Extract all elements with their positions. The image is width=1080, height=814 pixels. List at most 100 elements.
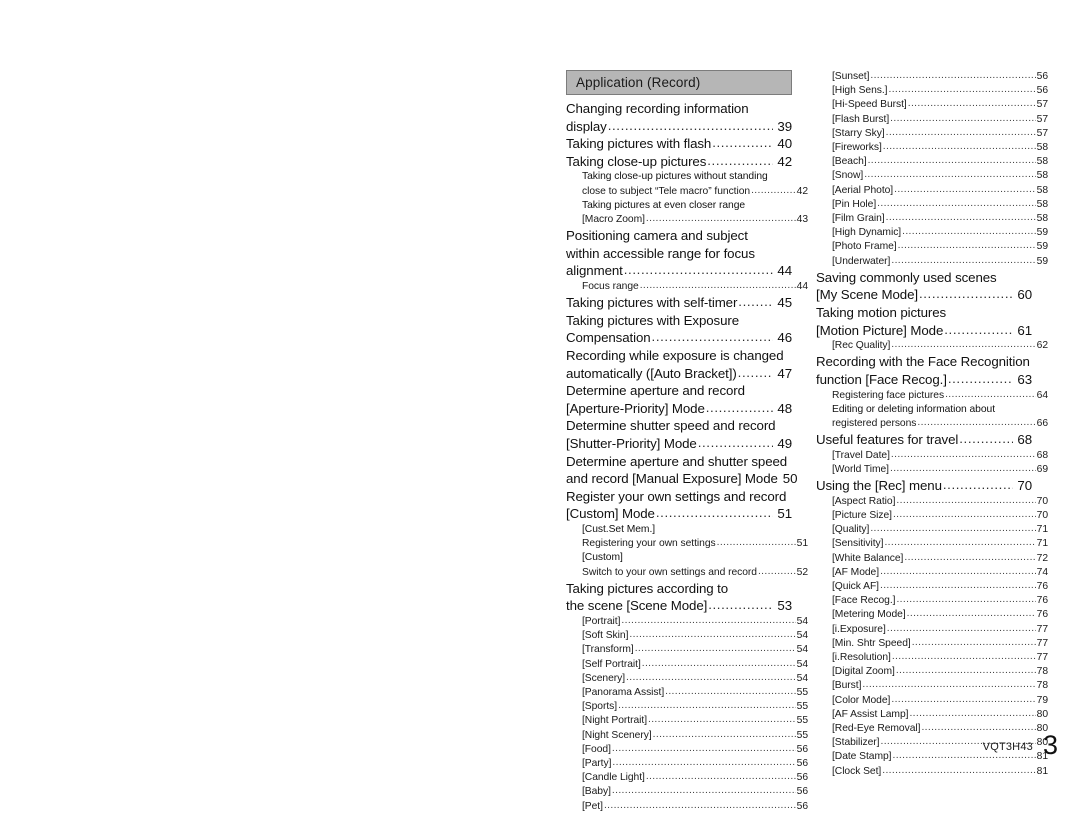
- toc-entry[interactable]: [Night Scenery].........................…: [566, 729, 808, 743]
- toc-entry[interactable]: [Min. Shtr Speed] ......................…: [816, 637, 1048, 651]
- toc-entry[interactable]: [Picture Size]..........................…: [816, 509, 1048, 523]
- toc-entry[interactable]: [Clock Set].............................…: [816, 765, 1048, 779]
- toc-entry-page-number: 63: [1017, 372, 1032, 388]
- toc-entry-page-number: 54: [796, 615, 808, 627]
- toc-entry[interactable]: [Film Grain]............................…: [816, 212, 1048, 226]
- toc-entry-page-number: 70: [1036, 510, 1048, 522]
- toc-entry[interactable]: [High Dynamic]..........................…: [816, 226, 1048, 240]
- toc-entry-label: registered persons: [832, 418, 917, 430]
- toc-entry[interactable]: alignment...............................…: [566, 262, 792, 280]
- toc-entry[interactable]: [Food]..................................…: [566, 743, 808, 757]
- toc-entry[interactable]: [Custom] Mode ..........................…: [566, 505, 792, 523]
- toc-entry[interactable]: [Sensitivity]...........................…: [816, 537, 1048, 551]
- toc-entry[interactable]: [Starry Sky]............................…: [816, 127, 1048, 141]
- toc-entry[interactable]: [Sunset]................................…: [816, 70, 1048, 84]
- toc-entry[interactable]: display.................................…: [566, 118, 792, 136]
- toc-entry[interactable]: [Aerial Photo]..........................…: [816, 184, 1048, 198]
- toc-entry[interactable]: automatically ([Auto Bracket]) .........…: [566, 365, 792, 383]
- toc-dot-leader: ........................................…: [757, 565, 796, 577]
- toc-entry[interactable]: Taking pictures with self-timer.........…: [566, 294, 792, 312]
- toc-entry-label: [Clock Set]: [832, 765, 882, 777]
- toc-entry[interactable]: [Hi-Speed Burst]........................…: [816, 98, 1048, 112]
- toc-entry[interactable]: [Baby]..................................…: [566, 785, 808, 799]
- toc-dot-leader: ........................................…: [947, 371, 1014, 387]
- toc-entry[interactable]: [Quick AF]..............................…: [816, 580, 1048, 594]
- toc-entry[interactable]: [Aspect Ratio]..........................…: [816, 495, 1048, 509]
- toc-entry[interactable]: [High Sens.]............................…: [816, 84, 1048, 98]
- toc-entry[interactable]: [Quality] ..............................…: [816, 523, 1048, 537]
- toc-entry[interactable]: [World Time] ...........................…: [816, 463, 1048, 477]
- toc-entry[interactable]: [Shutter-Priority] Mode ................…: [566, 435, 792, 453]
- toc-entry-label: [i.Exposure]: [832, 623, 886, 635]
- toc-entry[interactable]: [Face Recog.]...........................…: [816, 594, 1048, 608]
- toc-entry[interactable]: Useful features for travel .............…: [816, 431, 1032, 449]
- toc-entry-label: [Quality]: [832, 524, 870, 536]
- toc-dot-leader: ........................................…: [911, 636, 1036, 648]
- toc-entry[interactable]: [Beach].................................…: [816, 155, 1048, 169]
- toc-entry[interactable]: [Snow] .................................…: [816, 169, 1048, 183]
- toc-entry[interactable]: [Self Portrait] ........................…: [566, 658, 808, 672]
- toc-entry[interactable]: [Scenery]...............................…: [566, 672, 808, 686]
- toc-entry[interactable]: Switch to your own settings and record .…: [566, 566, 808, 580]
- toc-dot-leader: ........................................…: [891, 339, 1036, 351]
- toc-entry-label: [Motion Picture] Mode: [816, 322, 944, 338]
- toc-entry[interactable]: [Party].................................…: [566, 757, 808, 771]
- toc-entry[interactable]: [Color Mode]............................…: [816, 694, 1048, 708]
- toc-entry[interactable]: Registering your own settings ..........…: [566, 537, 808, 551]
- toc-entry[interactable]: [Flash Burst] ..........................…: [816, 113, 1048, 127]
- toc-dot-leader: ........................................…: [896, 494, 1036, 506]
- toc-dot-leader: ........................................…: [611, 742, 796, 754]
- toc-entry[interactable]: [Pet]...................................…: [566, 800, 808, 814]
- toc-entry[interactable]: [Fireworks].............................…: [816, 141, 1048, 155]
- toc-entry[interactable]: [i.Resolution] .........................…: [816, 651, 1048, 665]
- toc-entry[interactable]: [Soft Skin].............................…: [566, 629, 808, 643]
- toc-entry[interactable]: [Aperture-Priority] Mode ...............…: [566, 400, 792, 418]
- toc-dot-leader: ........................................…: [880, 565, 1036, 577]
- toc-entry[interactable]: [Portrait]..............................…: [566, 615, 808, 629]
- toc-entry[interactable]: [Rec Quality] ..........................…: [816, 339, 1048, 353]
- toc-entry[interactable]: [Pin Hole]..............................…: [816, 198, 1048, 212]
- toc-entry-label: Taking pictures with flash: [566, 136, 712, 152]
- toc-entry[interactable]: the scene [Scene Mode]..................…: [566, 597, 792, 615]
- toc-dot-leader: ........................................…: [621, 614, 795, 626]
- toc-entry[interactable]: and record [Manual Exposure] Mode.......…: [566, 470, 797, 488]
- toc-entry[interactable]: [Underwater]............................…: [816, 255, 1048, 269]
- toc-entry[interactable]: Registering face pictures ..............…: [816, 389, 1048, 403]
- toc-entry[interactable]: Compensation............................…: [566, 329, 792, 347]
- toc-entry[interactable]: [Metering Mode] ........................…: [816, 608, 1048, 622]
- toc-entry[interactable]: [Transform].............................…: [566, 643, 808, 657]
- toc-entry[interactable]: Taking pictures with flash..............…: [566, 135, 792, 153]
- page-number: 3: [1042, 730, 1058, 760]
- toc-entry[interactable]: [Sports]................................…: [566, 700, 808, 714]
- toc-entry-wrap-line: Positioning camera and subject: [566, 228, 748, 244]
- toc-entry[interactable]: [Burst].................................…: [816, 679, 1048, 693]
- toc-entry[interactable]: [Motion Picture] Mode...................…: [816, 322, 1032, 340]
- toc-entry-page-number: 81: [1036, 765, 1048, 777]
- toc-entry-label: [Sports]: [582, 701, 618, 713]
- toc-entry-label: [Rec Quality]: [832, 340, 891, 352]
- toc-entry[interactable]: [Panorama Assist] ......................…: [566, 686, 808, 700]
- toc-entry[interactable]: [Macro Zoom]............................…: [566, 213, 808, 227]
- toc-entry[interactable]: [Night Portrait] .......................…: [566, 714, 808, 728]
- toc-entry[interactable]: [AF Mode]...............................…: [816, 566, 1048, 580]
- toc-entry[interactable]: [White Balance] ........................…: [816, 552, 1048, 566]
- toc-entry[interactable]: [AF Assist Lamp] .......................…: [816, 708, 1048, 722]
- toc-entry[interactable]: Taking close-up pictures ...............…: [566, 153, 792, 171]
- toc-entry[interactable]: [Photo Frame] ..........................…: [816, 240, 1048, 254]
- toc-entry[interactable]: [i.Exposure] ...........................…: [816, 623, 1048, 637]
- toc-entry-page-number: 56: [796, 772, 808, 784]
- toc-entry[interactable]: [Candle Light]..........................…: [566, 771, 808, 785]
- toc-entry[interactable]: [Travel Date] ..........................…: [816, 449, 1048, 463]
- toc-entry[interactable]: close to subject “Tele macro” function..…: [566, 185, 808, 199]
- toc-entry[interactable]: function [Face Recog.]..................…: [816, 371, 1032, 389]
- toc-entry[interactable]: registered persons .....................…: [816, 417, 1048, 431]
- toc-entry-label: [Date Stamp]: [832, 751, 892, 763]
- toc-entry-label: [Custom] Mode: [566, 506, 655, 522]
- toc-entry[interactable]: Focus range ............................…: [566, 280, 808, 294]
- toc-entry[interactable]: Using the [Rec] menu....................…: [816, 477, 1032, 495]
- toc-entry-page-number: 58: [1036, 170, 1048, 182]
- toc-entry[interactable]: [Digital Zoom]..........................…: [816, 665, 1048, 679]
- toc-entry-label: [Starry Sky]: [832, 127, 885, 139]
- toc-entry-label: [Macro Zoom]: [582, 213, 645, 225]
- toc-entry[interactable]: [My Scene Mode] ........................…: [816, 286, 1032, 304]
